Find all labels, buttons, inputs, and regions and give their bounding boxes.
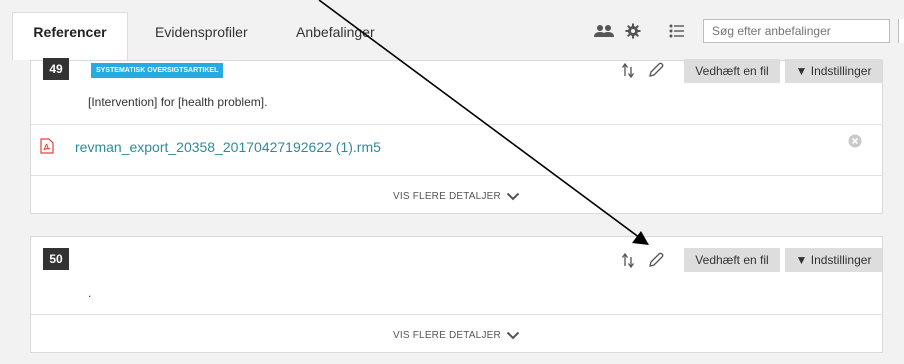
divider [31, 124, 882, 125]
divider [31, 175, 882, 176]
reference-title: . [88, 286, 92, 300]
reference-number: 49 [43, 58, 69, 80]
list-icon[interactable] [669, 23, 685, 39]
reference-card-50: 50 . Vedhæft en fil ▼ Indstillinger VIS … [30, 236, 883, 353]
reference-number: 50 [43, 248, 69, 270]
users-icon[interactable] [593, 24, 615, 38]
chevron-down-icon [506, 192, 520, 201]
reference-title: [Intervention] for [health problem]. [88, 95, 268, 109]
settings-button[interactable]: ▼ Indstillinger [785, 248, 882, 272]
sort-icon[interactable] [621, 252, 635, 268]
toolbar-edge-button[interactable] [898, 19, 904, 43]
show-more-details-button[interactable]: VIS FLERE DETALJER [31, 330, 882, 341]
chevron-down-icon [506, 331, 520, 340]
tab-anbefalinger[interactable]: Anbefalinger [296, 13, 375, 60]
show-more-details-button[interactable]: VIS FLERE DETALJER [31, 191, 882, 202]
gear-icon[interactable] [625, 23, 641, 39]
show-more-details-label: VIS FLERE DETALJER [393, 330, 501, 341]
attach-file-button[interactable]: Vedhæft en fil [684, 248, 780, 272]
show-more-details-label: VIS FLERE DETALJER [393, 191, 501, 202]
pdf-icon [40, 138, 54, 154]
tab-evidensprofiler[interactable]: Evidensprofiler [155, 13, 248, 60]
pencil-icon[interactable] [647, 61, 665, 79]
attach-file-button[interactable]: Vedhæft en fil [684, 59, 780, 83]
settings-button[interactable]: ▼ Indstillinger [785, 59, 882, 83]
attached-file-link[interactable]: revman_export_20358_20170427192622 (1).r… [75, 139, 381, 155]
close-circle-icon[interactable] [848, 134, 862, 148]
sort-icon[interactable] [621, 62, 635, 78]
divider [31, 314, 882, 315]
top-navigation: Referencer Evidensprofiler Anbefalinger [0, 0, 904, 60]
study-type-badge: SYSTEMATISK OVERSIGTSARTIKEL [91, 63, 224, 78]
search-input[interactable] [703, 19, 890, 43]
tab-referencer[interactable]: Referencer [12, 12, 128, 60]
reference-card-49: 49 SYSTEMATISK OVERSIGTSARTIKEL [Interve… [30, 58, 883, 214]
pencil-icon[interactable] [647, 251, 665, 269]
